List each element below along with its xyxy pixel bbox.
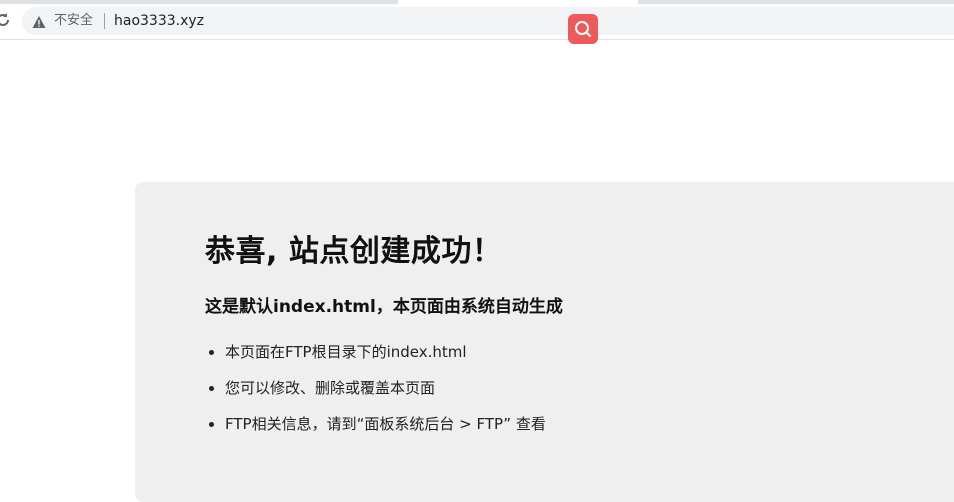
list-item: 本页面在FTP根目录下的index.html [225, 342, 546, 362]
welcome-card: 恭喜, 站点创建成功！ 这是默认index.html，本页面由系统自动生成 本页… [135, 182, 954, 502]
info-list: 本页面在FTP根目录下的index.html 您可以修改、删除或覆盖本页面 FT… [205, 342, 546, 450]
page-subtitle: 这是默认index.html，本页面由系统自动生成 [205, 297, 563, 317]
insecure-label[interactable]: 不安全 [54, 13, 93, 29]
search-extension-button[interactable] [568, 14, 598, 44]
page-title: 恭喜, 站点创建成功！ [205, 234, 503, 269]
list-item: FTP相关信息，请到“面板系统后台 > FTP” 查看 [225, 414, 546, 434]
browser-toolbar: 不安全 hao3333.xyz [0, 0, 954, 44]
active-tab-edge [398, 0, 638, 4]
search-icon [575, 21, 592, 38]
address-bar[interactable]: 不安全 hao3333.xyz [22, 7, 954, 35]
url-text[interactable]: hao3333.xyz [114, 12, 204, 30]
list-item: 您可以修改、删除或覆盖本页面 [225, 378, 546, 398]
omnibox-divider [104, 13, 105, 29]
reload-icon[interactable] [0, 11, 12, 29]
warning-icon[interactable] [32, 14, 46, 28]
